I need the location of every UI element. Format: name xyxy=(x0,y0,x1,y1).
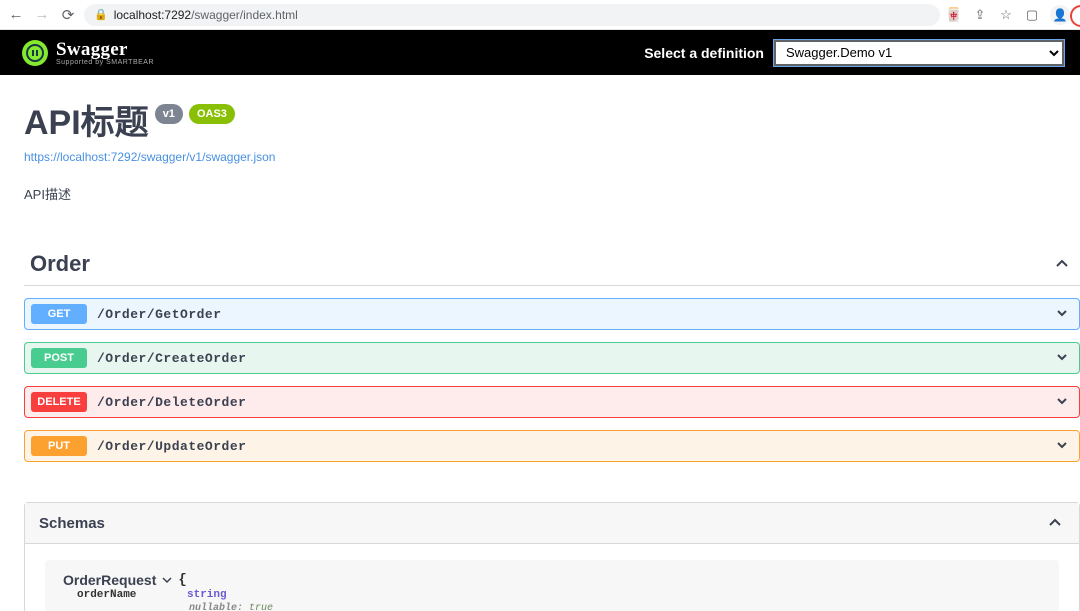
chevron-down-icon xyxy=(162,572,172,588)
url-path: /swagger/index.html xyxy=(191,8,298,22)
api-title: API标题 xyxy=(24,95,149,144)
tag-order[interactable]: Order xyxy=(24,249,1080,286)
chevron-down-icon xyxy=(1055,394,1069,411)
operation-post[interactable]: POST/Order/CreateOrder xyxy=(24,342,1080,374)
method-badge: GET xyxy=(31,304,87,324)
definition-label: Select a definition xyxy=(644,45,764,61)
extension-tray: 🀄 ⇪ ☆ ▢ 👤 xyxy=(946,5,1074,25)
reload-button[interactable]: ⟳ xyxy=(58,5,78,25)
oas-badge: OAS3 xyxy=(189,104,235,124)
operation-get[interactable]: GET/Order/GetOrder xyxy=(24,298,1080,330)
chevron-down-icon xyxy=(1055,438,1069,455)
forward-button[interactable]: → xyxy=(32,5,52,25)
swagger-logo-icon xyxy=(22,40,48,66)
operation-path: /Order/DeleteOrder xyxy=(97,395,246,410)
operation-path: /Order/UpdateOrder xyxy=(97,439,246,454)
browser-toolbar: ← → ⟳ 🔒 localhost:7292/swagger/index.htm… xyxy=(0,0,1080,30)
translate-icon[interactable]: 🀄 xyxy=(946,7,962,23)
profile-avatar[interactable]: 👤 xyxy=(1050,5,1070,25)
operation-put[interactable]: PUT/Order/UpdateOrder xyxy=(24,430,1080,462)
lock-icon: 🔒 xyxy=(94,8,108,21)
definition-select[interactable]: Swagger.Demo v1 xyxy=(774,40,1064,66)
schema-orderrequest[interactable]: OrderRequest { orderNamestringnullable: … xyxy=(45,560,1059,611)
schema-property: orderNamestring xyxy=(77,588,1041,603)
operation-path: /Order/CreateOrder xyxy=(97,351,246,366)
chevron-down-icon xyxy=(1055,350,1069,367)
bookmark-icon[interactable]: ☆ xyxy=(998,7,1014,23)
schemas-section: Schemas OrderRequest { orderNamestringnu… xyxy=(24,502,1080,611)
url-host: localhost:7292 xyxy=(114,8,191,22)
brand-text: Swagger xyxy=(56,39,154,61)
schemas-title: Schemas xyxy=(39,515,105,532)
tag-name: Order xyxy=(30,251,90,277)
main-content: API标题 v1 OAS3 https://localhost:7292/swa… xyxy=(0,75,1080,611)
version-badge: v1 xyxy=(155,104,183,124)
brand-subtext: Supported by SMARTBEAR xyxy=(56,59,154,66)
swagger-logo[interactable]: Swagger Supported by SMARTBEAR xyxy=(22,39,154,66)
method-badge: DELETE xyxy=(31,392,87,412)
chevron-up-icon xyxy=(1052,254,1072,274)
schemas-header[interactable]: Schemas xyxy=(25,503,1079,544)
chevron-up-icon xyxy=(1045,513,1065,533)
back-button[interactable]: ← xyxy=(6,5,26,25)
api-description: API描述 xyxy=(24,184,1080,203)
open-brace: { xyxy=(178,572,186,588)
operation-path: /Order/GetOrder xyxy=(97,307,222,322)
schema-name-label: OrderRequest xyxy=(63,572,156,588)
spec-url-link[interactable]: https://localhost:7292/swagger/v1/swagge… xyxy=(24,150,1080,164)
share-icon[interactable]: ⇪ xyxy=(972,7,988,23)
schema-property-meta: nullable: true xyxy=(189,603,1041,611)
method-badge: PUT xyxy=(31,436,87,456)
operation-delete[interactable]: DELETE/Order/DeleteOrder xyxy=(24,386,1080,418)
swagger-topbar: Swagger Supported by SMARTBEAR Select a … xyxy=(0,30,1080,75)
chevron-down-icon xyxy=(1055,306,1069,323)
method-badge: POST xyxy=(31,348,87,368)
extensions-icon[interactable]: ▢ xyxy=(1024,7,1040,23)
url-bar[interactable]: 🔒 localhost:7292/swagger/index.html xyxy=(84,4,940,26)
